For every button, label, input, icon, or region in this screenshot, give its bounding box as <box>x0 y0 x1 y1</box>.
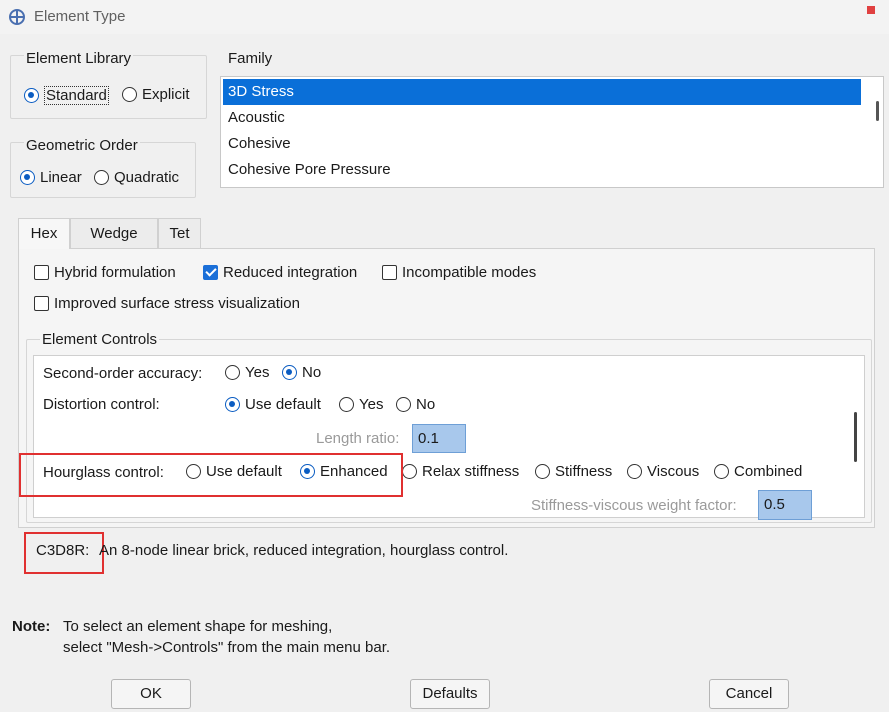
app-icon <box>8 8 26 30</box>
note-line-1: To select an element shape for meshing, <box>63 618 333 635</box>
geometric-order-title: Geometric Order <box>24 137 140 154</box>
radio-label: Yes <box>245 364 270 381</box>
checkbox-box <box>382 265 397 280</box>
ok-button[interactable]: OK <box>111 679 191 709</box>
checkbox-label: Reduced integration <box>223 264 358 281</box>
reduced-integration-checkbox[interactable]: Reduced integration <box>203 264 357 281</box>
close-indicator[interactable] <box>867 6 875 14</box>
radio-second-order-no[interactable]: No <box>282 364 321 381</box>
radio-label: Yes <box>359 396 384 413</box>
radio-second-order-yes[interactable]: Yes <box>225 364 269 381</box>
tab-tet[interactable]: Tet <box>158 218 201 249</box>
radio-label: No <box>302 364 322 381</box>
title-bar: Element Type <box>0 0 889 34</box>
window-title: Element Type <box>34 8 126 25</box>
family-title: Family <box>228 50 273 67</box>
radio-label: Relax stiffness <box>422 463 520 480</box>
radio-indicator <box>282 365 297 380</box>
element-controls-title: Element Controls <box>40 331 160 348</box>
radio-indicator <box>122 87 137 102</box>
length-ratio-label: Length ratio: <box>316 430 400 447</box>
note-line-2: select "Mesh->Controls" from the main me… <box>63 639 391 656</box>
hourglass-highlight-box <box>19 453 403 497</box>
radio-label: Linear <box>40 169 82 186</box>
radio-indicator <box>339 397 354 412</box>
checkbox-box <box>203 265 218 280</box>
radio-indicator <box>225 397 240 412</box>
radio-label: Combined <box>734 463 803 480</box>
radio-indicator <box>24 88 39 103</box>
radio-indicator <box>714 464 729 479</box>
incompatible-modes-checkbox[interactable]: Incompatible modes <box>382 264 536 281</box>
family-item[interactable]: 3D Stress <box>223 79 861 105</box>
checkbox-box <box>34 265 49 280</box>
tab-hex[interactable]: Hex <box>18 218 70 249</box>
checkbox-label: Improved surface stress visualization <box>54 295 300 312</box>
radio-indicator <box>225 365 240 380</box>
cancel-button[interactable]: Cancel <box>709 679 789 709</box>
hybrid-formulation-checkbox[interactable]: Hybrid formulation <box>34 264 176 281</box>
radio-linear[interactable]: Linear <box>20 169 82 186</box>
radio-label: No <box>416 396 436 413</box>
radio-indicator <box>396 397 411 412</box>
element-code: C3D8R: <box>36 542 90 559</box>
radio-distortion-no[interactable]: No <box>396 396 435 413</box>
radio-distortion-yes[interactable]: Yes <box>339 396 383 413</box>
element-library-title: Element Library <box>24 50 134 67</box>
radio-label: Viscous <box>647 463 700 480</box>
tab-wedge[interactable]: Wedge <box>70 218 158 249</box>
checkbox-label: Incompatible modes <box>402 264 537 281</box>
radio-hourglass-relax-stiffness[interactable]: Relax stiffness <box>402 463 519 480</box>
stiffness-weight-label: Stiffness-viscous weight factor: <box>531 497 737 514</box>
radio-hourglass-viscous[interactable]: Viscous <box>627 463 699 480</box>
radio-indicator <box>20 170 35 185</box>
radio-indicator <box>94 170 109 185</box>
radio-indicator <box>402 464 417 479</box>
family-item[interactable]: Acoustic <box>223 105 861 131</box>
length-ratio-field[interactable]: 0.1 <box>412 424 466 453</box>
radio-hourglass-stiffness[interactable]: Stiffness <box>535 463 612 480</box>
note-label: Note: <box>12 618 51 635</box>
radio-indicator <box>535 464 550 479</box>
radio-distortion-use-default[interactable]: Use default <box>225 396 321 413</box>
radio-quadratic[interactable]: Quadratic <box>94 169 179 186</box>
improved-surface-stress-checkbox[interactable]: Improved surface stress visualization <box>34 295 300 312</box>
family-item[interactable]: Cohesive <box>223 131 861 157</box>
checkbox-box <box>34 296 49 311</box>
radio-hourglass-combined[interactable]: Combined <box>714 463 802 480</box>
checkbox-label: Hybrid formulation <box>54 264 176 281</box>
radio-standard[interactable]: Standard <box>24 86 109 105</box>
second-order-label: Second-order accuracy: <box>43 365 203 382</box>
defaults-button[interactable]: Defaults <box>410 679 490 709</box>
distortion-control-label: Distortion control: <box>43 396 160 413</box>
radio-label: Standard <box>44 86 109 105</box>
radio-label: Stiffness <box>555 463 613 480</box>
radio-indicator <box>627 464 642 479</box>
list-scrollbar[interactable] <box>876 101 879 121</box>
family-item[interactable]: Cohesive Pore Pressure <box>223 157 861 183</box>
radio-explicit[interactable]: Explicit <box>122 86 190 103</box>
radio-label: Quadratic <box>114 169 180 186</box>
family-list[interactable]: 3D Stress Acoustic Cohesive Cohesive Por… <box>220 76 884 188</box>
radio-label: Explicit <box>142 86 190 103</box>
stiffness-weight-field[interactable]: 0.5 <box>758 490 812 520</box>
radio-label: Use default <box>245 396 321 413</box>
element-description: An 8-node linear brick, reduced integrat… <box>99 542 509 559</box>
controls-scrollbar[interactable] <box>854 412 857 462</box>
